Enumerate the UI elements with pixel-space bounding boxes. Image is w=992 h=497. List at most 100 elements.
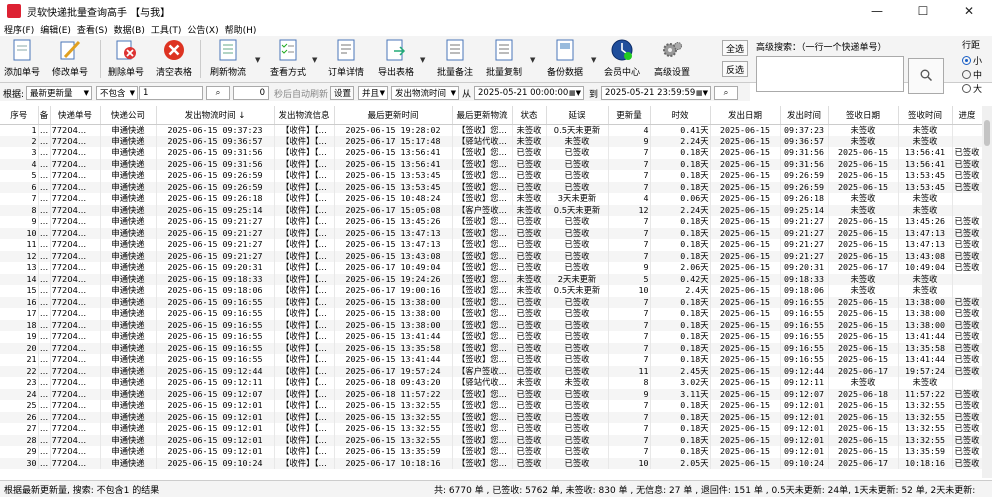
- header-col-courier[interactable]: 快递公司: [100, 106, 157, 125]
- table-row[interactable]: 17… 77204… 申通快递 2025-06-15 09:16:55 【收件】【… 20…: [0, 308, 983, 320]
- table-row[interactable]: 10… 77204… 申通快递 2025-06-15 09:21:27 【收件】【… 20…: [0, 227, 983, 239]
- table-row[interactable]: 28… 77204… 申通快递 2025-06-15 09:12:01 【收件】【… 20…: [0, 434, 983, 446]
- table-row[interactable]: 7… 77204… 申通快递 2025-06-15 09:26:18 【收件】【… 202…: [0, 193, 983, 205]
- table-row[interactable]: 15… 77204… 申通快递 2025-06-15 09:18:06 【收件】【… 20…: [0, 285, 983, 297]
- search-button[interactable]: [908, 58, 944, 94]
- clear-table-button[interactable]: 清空表格: [152, 38, 196, 78]
- toolbar-separator: [100, 40, 101, 78]
- filter-operator-select[interactable]: 不包含 ▼: [96, 86, 138, 100]
- invert-selection-button[interactable]: 反选: [722, 61, 748, 77]
- advanced-settings-button[interactable]: 高级设置: [650, 38, 694, 78]
- table-row[interactable]: 12… 77204… 申通快递 2025-06-15 09:21:27 【收件】【… 20…: [0, 250, 983, 262]
- table-row[interactable]: 1… 77204… 申通快递 2025-06-15 09:37:23 【收件】【… 202…: [0, 124, 983, 136]
- header-col-last-update-time[interactable]: 最后更新时间: [334, 106, 453, 125]
- header-col-update-count[interactable]: 更新量: [608, 106, 651, 125]
- add-button[interactable]: 添加单号: [0, 38, 44, 78]
- menu-data[interactable]: 数据(B): [114, 23, 145, 36]
- cell-col-last-update-info: 【签收】您…: [452, 446, 513, 458]
- logic-select[interactable]: 并且 ▼: [358, 86, 388, 100]
- menu-notice[interactable]: 公告(X): [187, 23, 218, 36]
- table-row[interactable]: 29… 77204… 申通快递 2025-06-15 09:12:01 【收件】【… 20…: [0, 446, 983, 458]
- cell-col-courier: 申通快递: [100, 124, 157, 136]
- close-button[interactable]: ✕: [946, 0, 992, 22]
- table-row[interactable]: 11… 77204… 申通快递 2025-06-15 09:21:27 【收件】【… 20…: [0, 239, 983, 251]
- order-detail-button[interactable]: 订单详情: [324, 38, 368, 78]
- table-row[interactable]: 5… 77204… 申通快递 2025-06-15 09:26:59 【收件】【… 202…: [0, 170, 983, 182]
- table-row[interactable]: 27… 77204… 申通快递 2025-06-15 09:12:01 【收件】【… 20…: [0, 423, 983, 435]
- header-col-send-time[interactable]: 发出物流时间 ↓: [156, 106, 275, 125]
- table-row[interactable]: 30… 77204… 申通快递 2025-06-15 09:10:24 【收件】【… 20…: [0, 457, 983, 469]
- header-col-note[interactable]: 备: [38, 106, 51, 125]
- menu-edit[interactable]: 编辑(E): [40, 23, 71, 36]
- filter-search-button[interactable]: ⌕: [206, 86, 230, 100]
- filter-value-input[interactable]: 1: [139, 86, 203, 100]
- batch-note-button[interactable]: 批量备注: [433, 38, 477, 78]
- view-mode-button[interactable]: 查看方式: [266, 38, 310, 78]
- menu-program[interactable]: 程序(F): [4, 23, 34, 36]
- table-row[interactable]: 19… 77204… 申通快递 2025-06-15 09:16:55 【收件】【… 20…: [0, 331, 983, 343]
- scrollbar-thumb[interactable]: [984, 120, 990, 146]
- table-row[interactable]: 2… 77204… 申通快递 2025-06-15 09:36:57 【收件】【… 202…: [0, 135, 983, 147]
- export-button[interactable]: 导出表格: [374, 38, 418, 78]
- table-row[interactable]: 4… 77204… 申通快递 2025-06-15 09:31:56 【收件】【… 202…: [0, 158, 983, 170]
- header-col-send-date[interactable]: 发出日期: [710, 106, 781, 125]
- header-col-send-clock[interactable]: 发出时间: [780, 106, 829, 125]
- header-col-sign-time[interactable]: 签收时间: [898, 106, 953, 125]
- batch-copy-button[interactable]: 批量复制: [482, 38, 526, 78]
- header-col-send-info[interactable]: 发出物流信息: [274, 106, 335, 125]
- time-field-select[interactable]: 发出物流时间 ▼: [391, 86, 459, 100]
- header-col-last-update-info[interactable]: 最后更新物流: [452, 106, 513, 125]
- table-row[interactable]: 25… 77204… 申通快递 2025-06-15 09:12:01 【收件】【… 20…: [0, 400, 983, 412]
- table-row[interactable]: 18… 77204… 申通快递 2025-06-15 09:16:55 【收件】【… 20…: [0, 319, 983, 331]
- table-row[interactable]: 9… 77204… 申通快递 2025-06-15 09:21:27 【收件】【… 202…: [0, 216, 983, 228]
- row-spacing-large[interactable]: 大: [962, 82, 982, 95]
- refresh-interval-input[interactable]: 0: [233, 86, 269, 100]
- table-row[interactable]: 24… 77204… 申通快递 2025-06-15 09:12:07 【收件】【… 20…: [0, 388, 983, 400]
- header-col-status[interactable]: 状态: [512, 106, 547, 125]
- table-row[interactable]: 26… 77204… 申通快递 2025-06-15 09:12:01 【收件】【… 20…: [0, 411, 983, 423]
- table-row[interactable]: 20… 77204… 申通快递 2025-06-15 09:16:55 【收件】【… 20…: [0, 342, 983, 354]
- header-col-delay[interactable]: 延误: [546, 106, 609, 125]
- table-row[interactable]: 23… 77204… 申通快递 2025-06-15 09:12:11 【收件】【… 20…: [0, 377, 983, 389]
- maximize-button[interactable]: ☐: [900, 0, 946, 22]
- table-row[interactable]: 13… 77204… 申通快递 2025-06-15 09:20:31 【收件】【… 20…: [0, 262, 983, 274]
- menu-help[interactable]: 帮助(H): [225, 23, 257, 36]
- header-col-sign-date[interactable]: 签收日期: [828, 106, 899, 125]
- date-search-button[interactable]: ⌕: [714, 86, 738, 100]
- table-row[interactable]: 14… 77204… 申通快递 2025-06-15 09:18:33 【收件】【… 20…: [0, 273, 983, 285]
- table-row[interactable]: 22… 77204… 申通快递 2025-06-15 09:12:44 【收件】【… 20…: [0, 365, 983, 377]
- view-dropdown-icon[interactable]: ▼: [312, 56, 317, 64]
- export-dropdown-icon[interactable]: ▼: [420, 56, 425, 64]
- table-row[interactable]: 21… 77204… 申通快递 2025-06-15 09:16:55 【收件】【… 20…: [0, 354, 983, 366]
- minimize-button[interactable]: —: [854, 0, 900, 22]
- copy-dropdown-icon[interactable]: ▼: [530, 56, 535, 64]
- menu-tools[interactable]: 工具(T): [151, 23, 182, 36]
- delete-button[interactable]: 删除单号: [104, 38, 148, 78]
- date-to-picker[interactable]: 2025-05-21 23:59:59 ▦▼: [601, 86, 711, 100]
- table-row[interactable]: 3… 77204… 申通快递 2025-06-15 09:31:56 【收件】【… 202…: [0, 147, 983, 159]
- header-col-tracking-no[interactable]: 快递单号: [50, 106, 101, 125]
- table-row[interactable]: 8… 77204… 申通快递 2025-06-15 09:25:14 【收件】【… 202…: [0, 204, 983, 216]
- row-spacing-medium[interactable]: 中: [962, 68, 982, 81]
- edit-button[interactable]: 修改单号: [48, 38, 92, 78]
- cell-col-index: 24: [0, 388, 39, 400]
- filter-field-select[interactable]: 最新更新量 ▼: [26, 86, 92, 100]
- header-col-duration[interactable]: 时效: [650, 106, 711, 125]
- data-grid[interactable]: 序号备快递单号 快递公司 发出物流时间 ↓ 发出物流信息 最后更新时间 最后更新物流 状态延…: [0, 106, 992, 478]
- refresh-dropdown-icon[interactable]: ▼: [255, 56, 260, 64]
- advanced-search-input[interactable]: [756, 56, 904, 92]
- member-center-button[interactable]: 会员中心: [600, 38, 644, 78]
- settings-button[interactable]: 设置: [330, 86, 354, 100]
- refresh-button[interactable]: 刷新物流: [206, 38, 250, 78]
- header-col-index[interactable]: 序号: [0, 106, 39, 125]
- menu-view[interactable]: 查看(S): [77, 23, 108, 36]
- table-row[interactable]: 6… 77204… 申通快递 2025-06-15 09:26:59 【收件】【… 202…: [0, 181, 983, 193]
- vertical-scrollbar[interactable]: [982, 106, 992, 478]
- backup-button[interactable]: 备份数据: [543, 38, 587, 78]
- date-from-picker[interactable]: 2025-05-21 00:00:00 ▦▼: [474, 86, 584, 100]
- header-col-progress[interactable]: 进度: [952, 106, 983, 125]
- backup-dropdown-icon[interactable]: ▼: [591, 56, 596, 64]
- row-spacing-small[interactable]: 小: [962, 54, 982, 67]
- table-row[interactable]: 16… 77204… 申通快递 2025-06-15 09:16:55 【收件】【… 20…: [0, 296, 983, 308]
- select-all-button[interactable]: 全选: [722, 40, 748, 56]
